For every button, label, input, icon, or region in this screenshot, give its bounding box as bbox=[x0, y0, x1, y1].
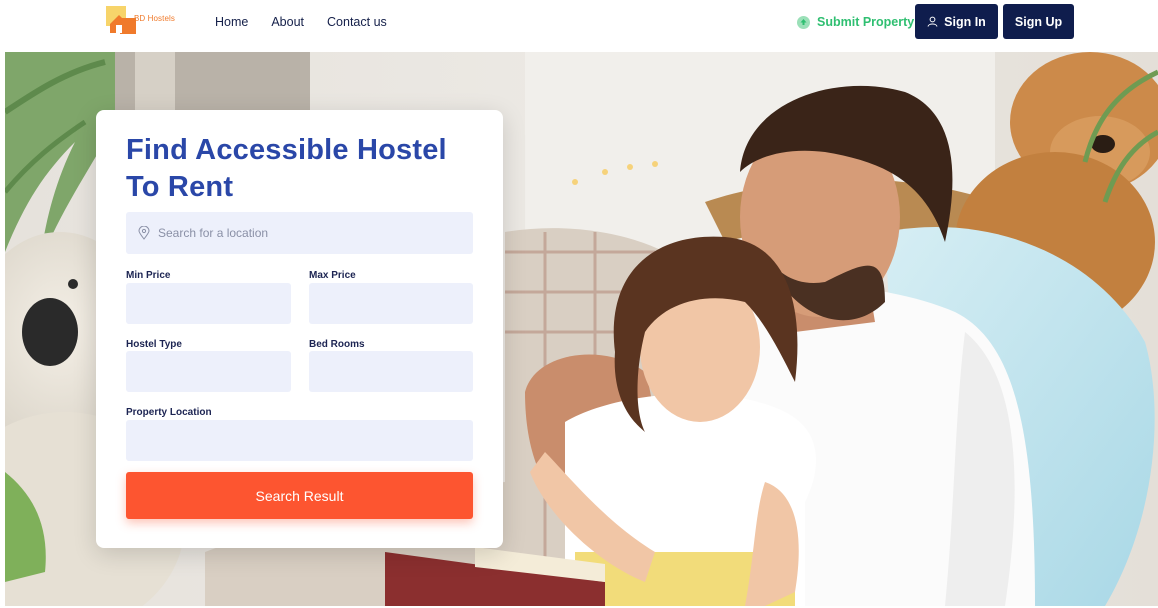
sign-up-label: Sign Up bbox=[1014, 14, 1063, 29]
search-card-title: Find Accessible Hostel To Rent bbox=[126, 134, 447, 203]
nav-about-link[interactable]: About bbox=[271, 15, 304, 29]
property-location-label: Property Location bbox=[126, 407, 212, 418]
submit-property-label: Submit Property bbox=[817, 15, 915, 29]
bed-rooms-field[interactable] bbox=[309, 351, 473, 392]
top-navbar: BD Hostels Home About Contact us Submit … bbox=[0, 0, 1158, 50]
location-search-box[interactable] bbox=[126, 212, 473, 254]
nav-home-link[interactable]: Home bbox=[215, 15, 248, 29]
nav-contact-link[interactable]: Contact us bbox=[327, 15, 387, 29]
sign-in-label: Sign In bbox=[944, 14, 986, 29]
site-logo[interactable]: BD Hostels bbox=[106, 6, 186, 36]
hostel-type-field[interactable] bbox=[126, 351, 291, 392]
user-icon bbox=[927, 16, 938, 27]
min-price-field[interactable] bbox=[126, 283, 291, 324]
search-result-button[interactable]: Search Result bbox=[126, 472, 473, 519]
upload-icon bbox=[797, 15, 810, 29]
hostel-type-label: Hostel Type bbox=[126, 339, 182, 350]
max-price-field[interactable] bbox=[309, 283, 473, 324]
property-location-field[interactable] bbox=[126, 420, 473, 461]
max-price-label: Max Price bbox=[309, 270, 356, 281]
min-price-label: Min Price bbox=[126, 270, 171, 281]
sign-in-button[interactable]: Sign In bbox=[915, 4, 998, 39]
map-pin-icon bbox=[138, 226, 150, 240]
main-nav: Home About Contact us bbox=[215, 15, 387, 29]
bed-rooms-label: Bed Rooms bbox=[309, 339, 365, 350]
hostel-search-card: Find Accessible Hostel To Rent Min Price… bbox=[96, 110, 503, 548]
sign-up-button[interactable]: Sign Up bbox=[1003, 4, 1074, 39]
hero-banner: Find Accessible Hostel To Rent Min Price… bbox=[5, 52, 1158, 606]
logo-text: BD Hostels bbox=[134, 14, 176, 23]
location-search-input[interactable] bbox=[158, 226, 458, 240]
submit-property-link[interactable]: Submit Property bbox=[797, 15, 914, 29]
